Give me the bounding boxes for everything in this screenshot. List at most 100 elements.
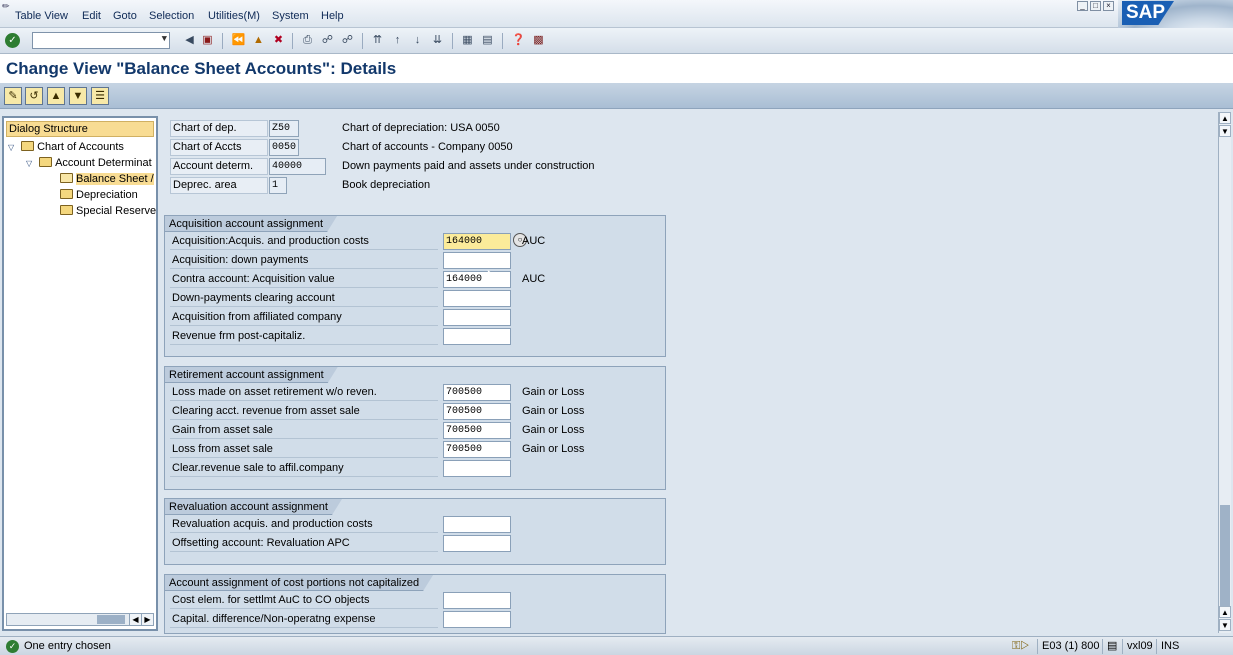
- tree-item-special-reserves[interactable]: Special Reserve: [60, 204, 156, 219]
- scroll-up-icon[interactable]: ▲: [1219, 112, 1231, 124]
- page-title: Change View "Balance Sheet Accounts": De…: [6, 59, 397, 78]
- minimize-icon[interactable]: _: [1077, 1, 1088, 11]
- scrollbar-thumb[interactable]: [1220, 505, 1230, 615]
- layout-icon[interactable]: ▩: [531, 33, 546, 48]
- gain-asset-sale-input[interactable]: 700500: [443, 422, 511, 439]
- tree-item-label: Balance Sheet /: [76, 173, 154, 185]
- field-row: Cost elem. for settlmt AuC to CO objects: [170, 591, 670, 610]
- menu-edit[interactable]: Edit: [82, 10, 101, 22]
- toolbar-separator: [292, 33, 293, 49]
- contra-acquisition-value-input[interactable]: 164000: [443, 271, 511, 288]
- clearing-revenue-sale-input[interactable]: 700500: [443, 403, 511, 420]
- scrollbar-thumb[interactable]: [97, 615, 125, 624]
- exit-icon[interactable]: ▲: [251, 33, 266, 48]
- menu-help[interactable]: Help: [321, 10, 344, 22]
- field-row: Capital. difference/Non-operatng expense: [170, 610, 670, 629]
- field-row: Loss from asset sale 700500 Gain or Loss: [170, 440, 670, 459]
- expand-triangle-icon[interactable]: ▽: [8, 140, 18, 155]
- revenue-post-capitalization-input[interactable]: [443, 328, 511, 345]
- expand-triangle-icon[interactable]: ▽: [26, 156, 36, 171]
- enter-icon[interactable]: ✓: [5, 33, 20, 48]
- cost-element-settlement-input[interactable]: [443, 592, 511, 609]
- tree-horizontal-scrollbar[interactable]: ◀ ▶: [6, 613, 154, 626]
- toolbar-separator: [222, 33, 223, 49]
- command-field[interactable]: ▼: [32, 32, 170, 49]
- revaluation-group: Revaluation account assignment Revaluati…: [164, 498, 666, 565]
- tree-item-label: Account Determinat: [55, 157, 152, 169]
- field-row: Offsetting account: Revaluation APC: [170, 534, 670, 553]
- loss-asset-sale-input[interactable]: 700500: [443, 441, 511, 458]
- cancel-icon[interactable]: ✖: [271, 33, 286, 48]
- key-icon[interactable]: ⚿▷: [1008, 639, 1033, 654]
- scroll-up-icon[interactable]: ▼: [1219, 125, 1231, 137]
- field-desc: Gain or Loss: [522, 405, 585, 417]
- print-icon[interactable]: ⎙: [300, 33, 315, 48]
- field-row: Down-payments clearing account: [170, 289, 670, 308]
- first-page-icon[interactable]: ⇈: [370, 33, 385, 48]
- close-window-icon[interactable]: ×: [1103, 1, 1114, 11]
- chart-of-accts-desc: Chart of accounts - Company 0050: [342, 141, 513, 153]
- display-change-icon[interactable]: ✎: [4, 87, 22, 105]
- overview-icon[interactable]: ☰: [91, 87, 109, 105]
- next-page-icon[interactable]: ↓: [410, 33, 425, 48]
- system-info[interactable]: E03 (1) 800: [1037, 639, 1103, 654]
- field-desc: Gain or Loss: [522, 386, 585, 398]
- offsetting-revaluation-input[interactable]: [443, 535, 511, 552]
- save-icon[interactable]: ▣: [200, 33, 215, 48]
- clear-revenue-affil-input[interactable]: [443, 460, 511, 477]
- scroll-left-icon[interactable]: ◀: [129, 614, 141, 625]
- command-field-dropdown-icon[interactable]: ▼: [162, 34, 167, 44]
- menu-utilities[interactable]: Utilities(M): [208, 10, 260, 22]
- shortcut-icon[interactable]: ▤: [480, 33, 495, 48]
- folder-icon: [21, 141, 35, 151]
- acquisition-affiliated-input[interactable]: [443, 309, 511, 326]
- tree-item-depreciation[interactable]: Depreciation: [60, 188, 138, 203]
- title-bar: Change View "Balance Sheet Accounts": De…: [0, 54, 1233, 83]
- find-icon[interactable]: ☍: [320, 33, 335, 48]
- insert-mode: INS: [1156, 639, 1183, 654]
- prev-page-icon[interactable]: ↑: [390, 33, 405, 48]
- window-menu-icon[interactable]: ✏: [2, 1, 10, 12]
- scroll-down-icon[interactable]: ▼: [1219, 619, 1231, 631]
- system-info-toggle-icon[interactable]: ▤: [1102, 639, 1121, 654]
- field-desc: AUC: [522, 273, 546, 285]
- tree-item-chart-of-accounts[interactable]: ▽ Chart of Accounts: [8, 140, 124, 155]
- account-determ-desc: Down payments paid and assets under cons…: [342, 160, 595, 172]
- menu-table-view[interactable]: Table View: [15, 10, 68, 22]
- tree-item-label: Special Reserve: [76, 205, 157, 217]
- down-payments-clearing-input[interactable]: [443, 290, 511, 307]
- back-icon[interactable]: ◀: [182, 33, 197, 48]
- other-entry-icon[interactable]: ↺: [25, 87, 43, 105]
- back-nav-icon[interactable]: ⏪: [231, 33, 246, 48]
- loss-retirement-input[interactable]: 700500: [443, 384, 511, 401]
- deprec-area-label: Deprec. area: [170, 177, 268, 194]
- tree-item-account-determination[interactable]: ▽ Account Determinat: [26, 156, 152, 171]
- scroll-right-icon[interactable]: ▶: [141, 614, 153, 625]
- tree-item-balance-sheet-accounts[interactable]: Balance Sheet /: [60, 172, 154, 187]
- open-folder-icon: [60, 173, 73, 183]
- field-desc: Gain or Loss: [522, 443, 585, 455]
- acquis-production-costs-input[interactable]: 164000: [443, 233, 511, 250]
- capital-difference-input[interactable]: [443, 611, 511, 628]
- toolbar-separator: [502, 33, 503, 49]
- field-row: Acquisition: down payments: [170, 251, 670, 270]
- last-page-icon[interactable]: ⇊: [430, 33, 445, 48]
- find-next-icon[interactable]: ☍: [340, 33, 355, 48]
- help-icon[interactable]: ❓: [511, 33, 526, 48]
- prev-entry-icon[interactable]: ▲: [47, 87, 65, 105]
- maximize-icon[interactable]: □: [1090, 1, 1101, 11]
- chart-of-accts-value: 0050: [269, 139, 299, 156]
- field-label: Acquisition:Acquis. and production costs: [170, 233, 438, 250]
- vertical-scrollbar[interactable]: ▲ ▼ ▲ ▼: [1218, 112, 1231, 633]
- revaluation-costs-input[interactable]: [443, 516, 511, 533]
- field-label: Loss made on asset retirement w/o reven.: [170, 384, 438, 401]
- menu-selection[interactable]: Selection: [149, 10, 194, 22]
- next-entry-icon[interactable]: ▼: [69, 87, 87, 105]
- acquisition-down-payments-input[interactable]: [443, 252, 511, 269]
- new-session-icon[interactable]: ▦: [460, 33, 475, 48]
- menu-system[interactable]: System: [272, 10, 309, 22]
- application-toolbar: ✎ ↺ ▲ ▼ ☰: [0, 83, 1233, 109]
- scroll-down-icon[interactable]: ▲: [1219, 606, 1231, 618]
- menu-goto[interactable]: Goto: [113, 10, 137, 22]
- field-label: Acquisition from affiliated company: [170, 309, 438, 326]
